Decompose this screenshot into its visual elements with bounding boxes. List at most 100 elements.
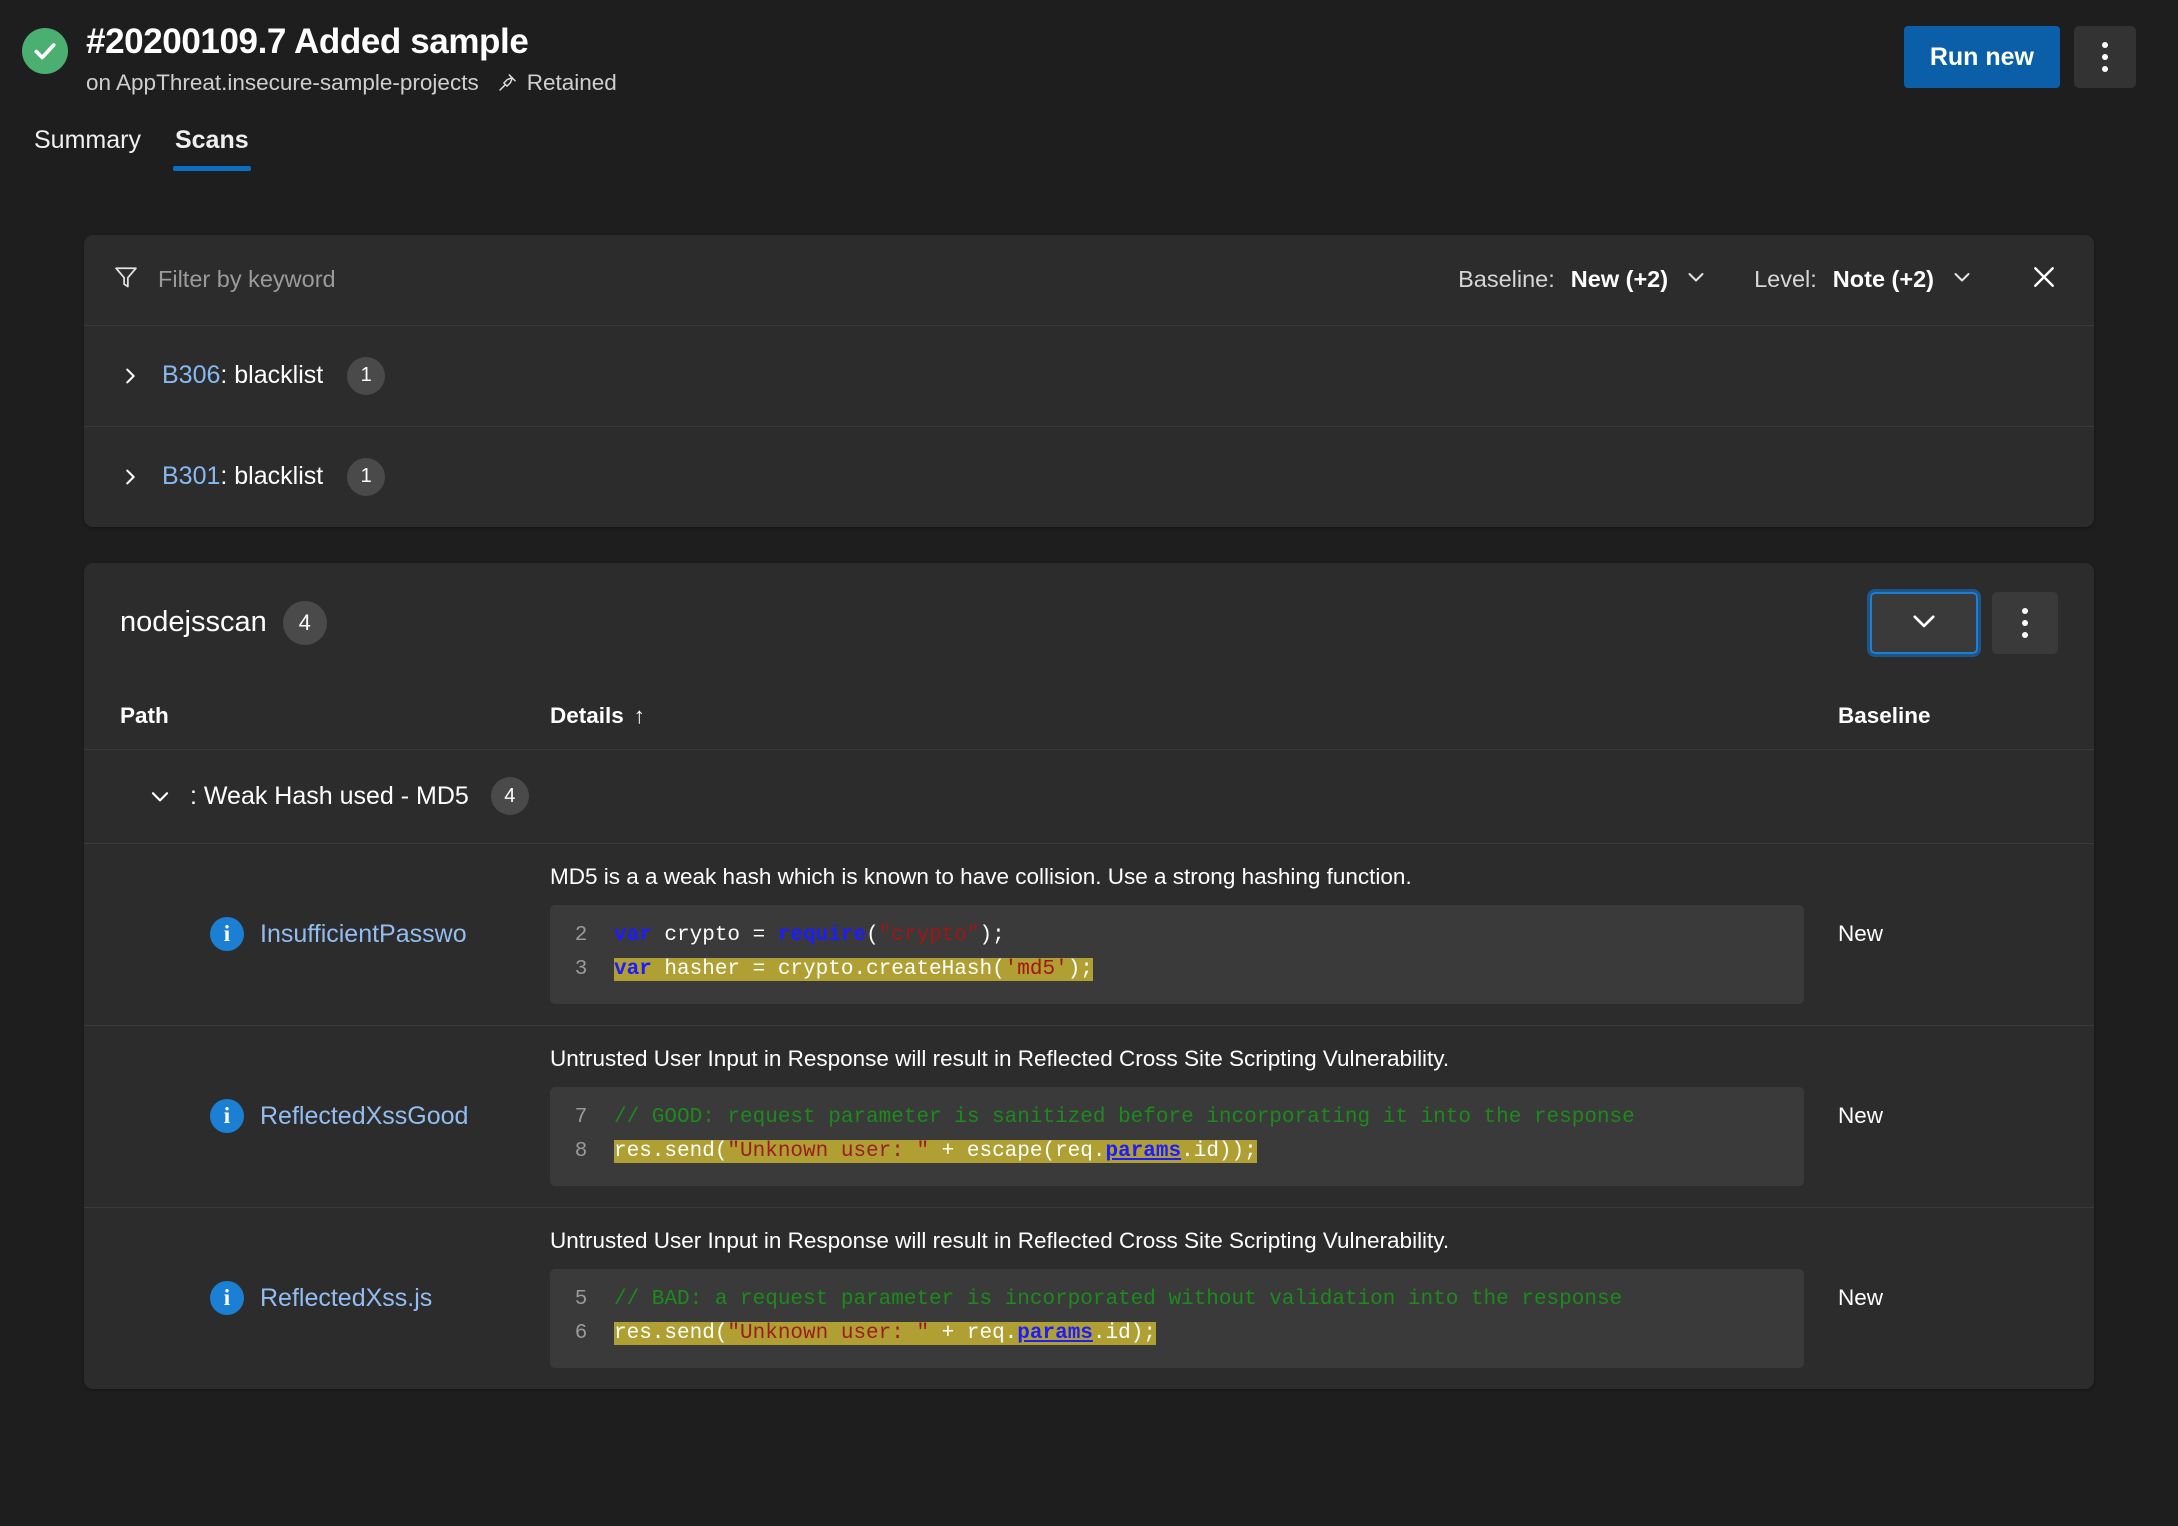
code-snippet: 2 var crypto = require("crypto"); 3 var … [550, 905, 1804, 1004]
check-circle-icon [22, 28, 68, 74]
finding-path-link[interactable]: ReflectedXssGood [260, 1102, 468, 1131]
rule-id[interactable]: B306 [162, 361, 220, 389]
scan-tool-name: nodejsscan [120, 606, 267, 639]
rule-row[interactable]: B301: blacklist 1 [84, 426, 2094, 527]
header-more-button[interactable] [2074, 26, 2136, 88]
filter-input-group [112, 263, 1446, 296]
filter-controls: Baseline: New (+2) Level: Note (+2) [1446, 257, 2066, 303]
info-icon: i [210, 1099, 244, 1133]
code-line: 2 var crypto = require("crypto"); [550, 919, 1804, 953]
page-header: #20200109.7 Added sample on AppThreat.in… [0, 0, 2178, 171]
rule-count-badge: 1 [347, 458, 385, 496]
scan-count-badge: 4 [283, 601, 327, 645]
code-content: var crypto = require("crypto"); [612, 921, 1005, 951]
finding-group-count-badge: 4 [491, 777, 529, 815]
chevron-down-icon [1684, 265, 1708, 295]
code-snippet: 7 // GOOD: request parameter is sanitize… [550, 1087, 1804, 1186]
finding-path-cell: i ReflectedXss.js [120, 1281, 550, 1315]
filter-panel: Baseline: New (+2) Level: Note (+2) [84, 235, 2094, 527]
line-number: 8 [550, 1137, 612, 1167]
table-header-row: Path Details ↑ Baseline [84, 683, 2094, 749]
run-new-button[interactable]: Run new [1904, 26, 2060, 88]
table-row: i ReflectedXss.js Untrusted User Input i… [84, 1207, 2094, 1389]
column-header-baseline[interactable]: Baseline [1838, 703, 2058, 729]
line-number: 5 [550, 1285, 612, 1315]
filter-bar: Baseline: New (+2) Level: Note (+2) [84, 235, 2094, 325]
column-header-path[interactable]: Path [120, 703, 550, 729]
scan-results-panel: nodejsscan 4 Path [84, 563, 2094, 1389]
line-number: 7 [550, 1103, 612, 1133]
kebab-menu-icon [2022, 608, 2028, 638]
finding-path-link[interactable]: InsufficientPasswo [260, 920, 467, 949]
info-icon: i [210, 1281, 244, 1315]
rule-name: : blacklist [220, 462, 323, 490]
scan-expand-button[interactable] [1870, 592, 1978, 654]
rule-row[interactable]: B306: blacklist 1 [84, 325, 2094, 426]
rule-name: : blacklist [220, 361, 323, 389]
close-icon [2029, 262, 2059, 297]
close-filter-button[interactable] [2022, 258, 2066, 302]
rule-id[interactable]: B301 [162, 462, 220, 490]
finding-path-cell: i ReflectedXssGood [120, 1099, 550, 1133]
title-block: #20200109.7 Added sample on AppThreat.in… [86, 22, 1904, 96]
finding-baseline: New [1838, 1103, 2058, 1129]
line-number: 6 [550, 1319, 612, 1349]
code-content: var hasher = crypto.createHash('md5'); [612, 955, 1093, 985]
finding-baseline: New [1838, 921, 2058, 947]
rule-label: B301: blacklist [162, 462, 323, 491]
main-content: Baseline: New (+2) Level: Note (+2) [0, 171, 2178, 1389]
column-header-details[interactable]: Details ↑ [550, 703, 1838, 729]
code-line: 7 // GOOD: request parameter is sanitize… [550, 1101, 1804, 1135]
table-row: i InsufficientPasswo MD5 is a a weak has… [84, 843, 2094, 1025]
sort-ascending-icon: ↑ [634, 703, 645, 728]
finding-group-row[interactable]: : Weak Hash used - MD5 4 [84, 749, 2094, 843]
header-row: #20200109.7 Added sample on AppThreat.in… [0, 22, 2178, 96]
finding-details-cell: Untrusted User Input in Response will re… [550, 1226, 1838, 1368]
table-row: i ReflectedXssGood Untrusted User Input … [84, 1025, 2094, 1207]
scan-more-button[interactable] [1992, 592, 2058, 654]
code-content: // GOOD: request parameter is sanitized … [612, 1103, 1635, 1133]
tab-scans[interactable]: Scans [161, 120, 263, 171]
column-header-details-label: Details [550, 703, 624, 728]
finding-description: MD5 is a a weak hash which is known to h… [550, 862, 1804, 891]
info-icon: i [210, 917, 244, 951]
chevron-down-icon[interactable] [146, 783, 174, 809]
chevron-down-icon [1950, 265, 1974, 295]
finding-description: Untrusted User Input in Response will re… [550, 1226, 1804, 1255]
code-content: // BAD: a request parameter is incorpora… [612, 1285, 1622, 1315]
retained-label: Retained [527, 70, 617, 96]
level-filter-label: Level: [1754, 266, 1817, 293]
code-content: res.send("Unknown user: " + req.params.i… [612, 1319, 1156, 1349]
page-title: #20200109.7 Added sample [86, 22, 1904, 63]
level-filter-dropdown[interactable]: Level: Note (+2) [1742, 257, 1986, 303]
baseline-filter-dropdown[interactable]: Baseline: New (+2) [1446, 257, 1720, 303]
level-filter-value: Note (+2) [1833, 266, 1934, 293]
chevron-right-icon[interactable] [116, 365, 144, 387]
code-line: 3 var hasher = crypto.createHash('md5'); [550, 953, 1804, 987]
finding-details-cell: Untrusted User Input in Response will re… [550, 1044, 1838, 1186]
run-subtitle: on AppThreat.insecure-sample-projects Re… [86, 70, 1904, 96]
pin-icon [496, 72, 518, 94]
code-line: 6 res.send("Unknown user: " + req.params… [550, 1317, 1804, 1351]
code-line: 8 res.send("Unknown user: " + escape(req… [550, 1135, 1804, 1169]
search-input[interactable] [158, 266, 1446, 293]
chevron-down-icon [1907, 604, 1941, 641]
scan-header: nodejsscan 4 [84, 563, 2094, 683]
header-actions: Run new [1904, 26, 2136, 88]
scan-header-actions [1870, 592, 2058, 654]
code-snippet: 5 // BAD: a request parameter is incorpo… [550, 1269, 1804, 1368]
baseline-filter-value: New (+2) [1571, 266, 1668, 293]
code-content: res.send("Unknown user: " + escape(req.p… [612, 1137, 1257, 1167]
findings-table: Path Details ↑ Baseline : Weak Hash used … [84, 683, 2094, 1389]
tab-summary[interactable]: Summary [20, 120, 155, 171]
finding-path-link[interactable]: ReflectedXss.js [260, 1284, 432, 1313]
code-line: 5 // BAD: a request parameter is incorpo… [550, 1283, 1804, 1317]
repository-label: on AppThreat.insecure-sample-projects [86, 70, 479, 96]
line-number: 3 [550, 955, 612, 985]
kebab-menu-icon [2102, 42, 2108, 72]
rule-count-badge: 1 [347, 357, 385, 395]
tab-bar: Summary Scans [0, 96, 2178, 171]
chevron-right-icon[interactable] [116, 466, 144, 488]
baseline-filter-label: Baseline: [1458, 266, 1555, 293]
finding-group-label: : Weak Hash used - MD5 [190, 782, 469, 811]
